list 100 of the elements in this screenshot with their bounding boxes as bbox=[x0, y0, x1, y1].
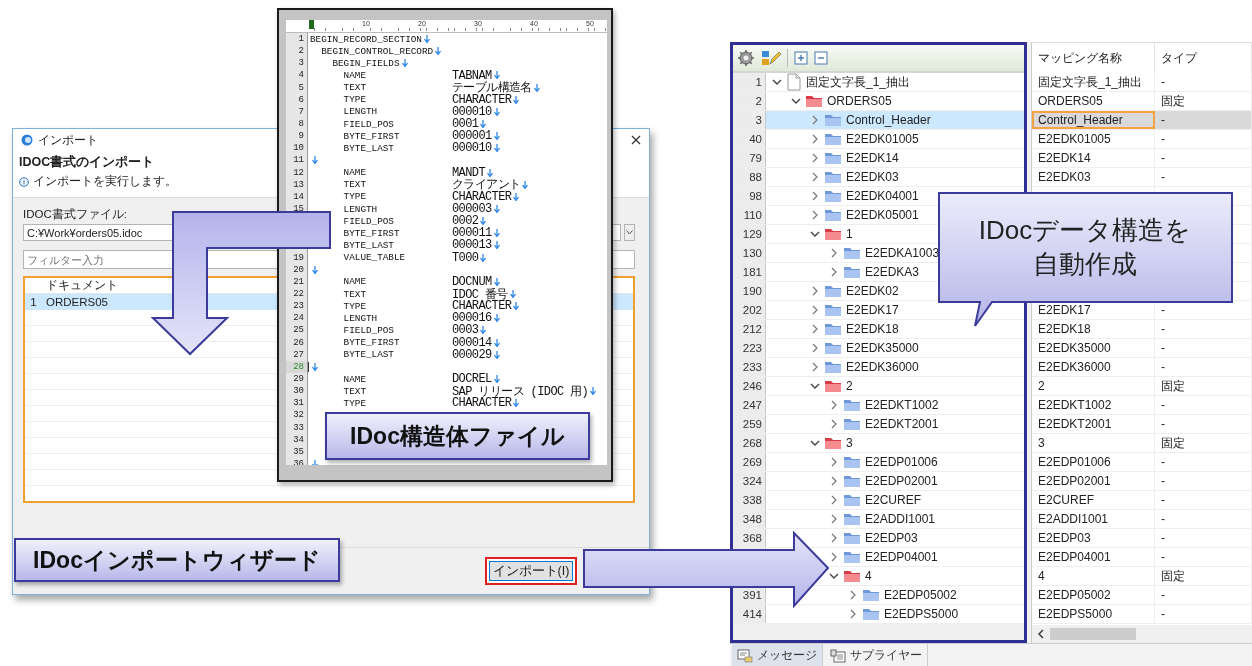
tree-item[interactable]: E2EDK02 bbox=[810, 282, 1024, 300]
expand-chevron-icon[interactable] bbox=[810, 172, 820, 182]
tab[interactable]: サプライヤー bbox=[825, 644, 928, 666]
tree-item[interactable]: E2CUREF bbox=[829, 491, 1024, 509]
expand-chevron-icon[interactable] bbox=[810, 305, 820, 315]
tree-item[interactable]: E2EDKA3 bbox=[829, 263, 1024, 281]
close-icon[interactable] bbox=[631, 135, 641, 145]
expand-chevron-icon[interactable] bbox=[810, 210, 820, 220]
caret-icon bbox=[626, 230, 633, 235]
dropdown-button[interactable] bbox=[624, 224, 635, 241]
code-value: DOCREL bbox=[452, 372, 492, 386]
table-cell: - bbox=[1155, 339, 1252, 357]
expand-chevron-icon[interactable] bbox=[848, 590, 858, 600]
tree-label: E2EDP01006 bbox=[865, 455, 938, 469]
expand-chevron-icon[interactable] bbox=[829, 514, 839, 524]
collapse-chevron-icon[interactable] bbox=[810, 381, 820, 391]
tree-label: E2EDK14 bbox=[846, 151, 899, 165]
line-number: 31 bbox=[292, 397, 305, 410]
expand-chevron-icon[interactable] bbox=[810, 191, 820, 201]
line-number: 34 bbox=[292, 433, 305, 446]
tree-item[interactable]: E2EDP02001 bbox=[829, 472, 1024, 490]
tree-item[interactable]: E2EDP04001 bbox=[829, 548, 1024, 566]
scrollbar-thumb[interactable] bbox=[1050, 628, 1136, 640]
collapse-chevron-icon[interactable] bbox=[810, 229, 820, 239]
expand-chevron-icon[interactable] bbox=[810, 115, 820, 125]
line-number: 15 bbox=[292, 202, 305, 216]
expand-chevron-icon[interactable] bbox=[810, 343, 820, 353]
tree-item[interactable]: E2EDKA1003 bbox=[829, 244, 1024, 262]
tree-item[interactable]: E2EDK36000 bbox=[810, 358, 1024, 376]
folder-icon bbox=[843, 246, 861, 260]
collapse-chevron-icon[interactable] bbox=[772, 77, 782, 87]
code-text: BEGIN_FIELDS bbox=[331, 57, 400, 69]
scroll-left-icon[interactable] bbox=[1038, 629, 1044, 639]
line-number: 130 bbox=[741, 247, 763, 259]
tree-item[interactable]: E2EDP05002 bbox=[848, 586, 1024, 604]
expand-chevron-icon[interactable] bbox=[829, 495, 839, 505]
collapse-chevron-icon[interactable] bbox=[829, 571, 839, 581]
expand-chevron-icon[interactable] bbox=[829, 267, 839, 277]
expand-chevron-icon[interactable] bbox=[810, 286, 820, 296]
line-number: 35 bbox=[292, 445, 305, 458]
line-number: 233 bbox=[741, 361, 763, 373]
expand-chevron-icon[interactable] bbox=[829, 533, 839, 543]
expand-chevron-icon[interactable] bbox=[829, 457, 839, 467]
tree-item[interactable]: E2EDP03 bbox=[829, 529, 1024, 547]
tree-item[interactable]: 2 bbox=[810, 377, 1024, 395]
code-text: NAME bbox=[342, 167, 367, 179]
tree-item[interactable]: E2EDK17 bbox=[810, 301, 1024, 319]
expand-chevron-icon[interactable] bbox=[829, 248, 839, 258]
line-number: 202 bbox=[741, 304, 763, 316]
expand-chevron-icon[interactable] bbox=[810, 362, 820, 372]
expand-chevron-icon[interactable] bbox=[848, 609, 858, 619]
collapse-chevron-icon[interactable] bbox=[810, 438, 820, 448]
expand-chevron-icon[interactable] bbox=[829, 400, 839, 410]
expand-chevron-icon[interactable] bbox=[829, 419, 839, 429]
expand-chevron-icon[interactable] bbox=[810, 153, 820, 163]
expand-chevron-icon[interactable] bbox=[829, 552, 839, 562]
tab[interactable]: メッセージ bbox=[732, 644, 823, 666]
expand-chevron-icon[interactable] bbox=[810, 134, 820, 144]
tree-item[interactable]: E2ADDI1001 bbox=[829, 510, 1024, 528]
code-value: MANDT bbox=[452, 165, 485, 180]
tree-label: E2EDP04001 bbox=[865, 550, 938, 564]
tree-item[interactable]: E2EDK01005 bbox=[810, 130, 1024, 148]
tree-label: E2EDK02 bbox=[846, 284, 899, 298]
code-value: CHARACTER bbox=[452, 396, 512, 411]
tree-item[interactable]: E2EDPS5000 bbox=[848, 605, 1024, 623]
table-cell: 2 bbox=[1032, 377, 1155, 395]
table-cell: - bbox=[1155, 605, 1252, 623]
tree-item[interactable]: Control_Header bbox=[766, 111, 1024, 129]
code-text: VALUE_TABLE bbox=[342, 252, 407, 264]
tree-item[interactable]: E2EDKT1002 bbox=[829, 396, 1024, 414]
tree-item[interactable]: 固定文字長_1_抽出 bbox=[772, 73, 1024, 91]
tree-item[interactable]: E2EDK14 bbox=[810, 149, 1024, 167]
collapse-chevron-icon[interactable] bbox=[791, 96, 801, 106]
tree-item[interactable]: ORDERS05 bbox=[791, 92, 1024, 110]
tree-item[interactable]: 4 bbox=[829, 567, 1024, 585]
table-cell: E2EDK36000 bbox=[1032, 358, 1155, 376]
line-number: 19 bbox=[292, 251, 305, 264]
code-text: FIELD_POS bbox=[342, 215, 395, 227]
tree-item[interactable]: 3 bbox=[810, 434, 1024, 452]
expand-chevron-icon[interactable] bbox=[829, 476, 839, 486]
callout-text: IDocデータ構造を bbox=[978, 214, 1192, 247]
code-text: TYPE bbox=[342, 397, 367, 409]
table-cell: E2ADDI1001 bbox=[1032, 510, 1155, 528]
expand-all-icon[interactable] bbox=[794, 51, 808, 65]
collapse-all-icon[interactable] bbox=[814, 51, 828, 65]
tree-item[interactable]: E2EDK35000 bbox=[810, 339, 1024, 357]
tree-label: 1 bbox=[846, 227, 853, 241]
line-number: 30 bbox=[292, 385, 305, 398]
line-number: 98 bbox=[748, 190, 763, 202]
code-text: TEXT bbox=[342, 179, 367, 191]
tree-item[interactable]: E2EDP01006 bbox=[829, 453, 1024, 471]
edit-icon[interactable] bbox=[761, 49, 781, 67]
line-number: 5 bbox=[297, 81, 305, 94]
expand-chevron-icon[interactable] bbox=[810, 324, 820, 334]
tree-item[interactable]: E2EDK04001 bbox=[810, 187, 1024, 205]
gear-icon[interactable] bbox=[737, 49, 755, 67]
tree-item[interactable]: E2EDKT2001 bbox=[829, 415, 1024, 433]
line-number: 246 bbox=[741, 380, 763, 392]
tree-item[interactable]: E2EDK03 bbox=[810, 168, 1024, 186]
tree-item[interactable]: E2EDK18 bbox=[810, 320, 1024, 338]
